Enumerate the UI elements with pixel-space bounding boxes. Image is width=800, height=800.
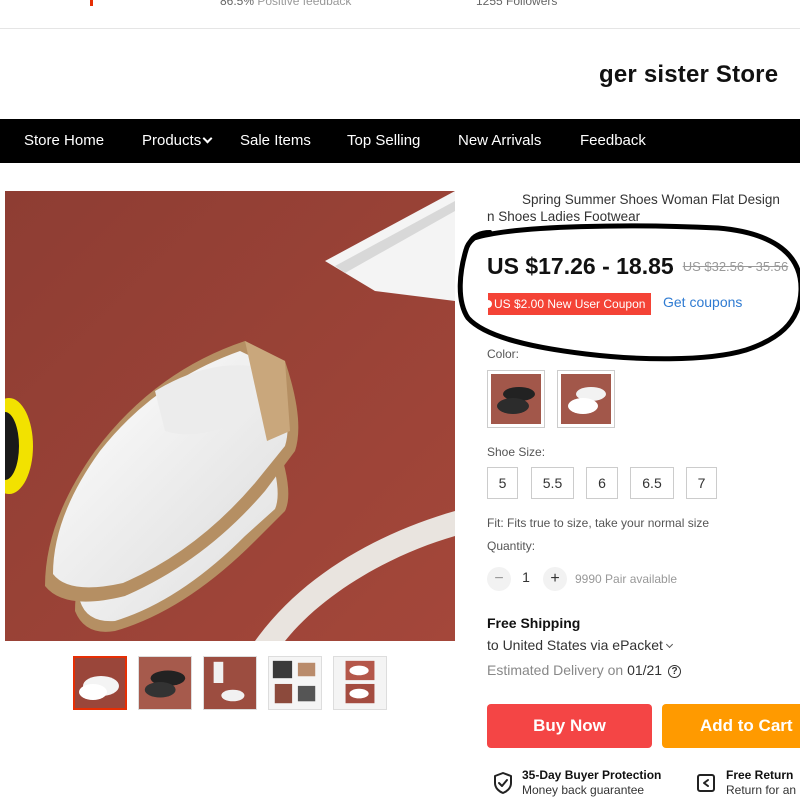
seller-stats-strip: 86.5% Positive feedback 1255 Followers (0, 0, 800, 29)
thumbnail-collage-image (269, 657, 321, 709)
size-option-5[interactable]: 5 (487, 467, 518, 499)
color-swatch-white[interactable] (557, 370, 615, 428)
color-label: Color: (487, 347, 520, 361)
white-slip-on-shoes-photo (5, 191, 455, 641)
shield-check-icon (494, 772, 512, 794)
black-shoe-swatch-image (491, 374, 541, 424)
shipping-destination-dropdown[interactable]: to United States via ePacket (487, 637, 673, 653)
thumbnail-shoe-pair-image (204, 657, 256, 709)
size-option-6-5[interactable]: 6.5 (630, 467, 674, 499)
nav-top-selling[interactable]: Top Selling (347, 119, 420, 163)
nav-new-arrivals[interactable]: New Arrivals (458, 119, 541, 163)
store-name[interactable]: ger sister Store (599, 61, 778, 89)
add-to-cart-button[interactable]: Add to Cart (662, 704, 800, 748)
quantity-value[interactable]: 1 (514, 569, 538, 585)
buy-now-button[interactable]: Buy Now (487, 704, 652, 748)
quantity-label: Quantity: (487, 539, 536, 553)
thumbnail-detail-image (334, 657, 386, 709)
chevron-down-icon (665, 640, 673, 649)
delivery-date: 01/21 (627, 662, 663, 678)
thumbnail-4[interactable] (268, 656, 322, 710)
return-box-icon (697, 774, 715, 792)
fit-note: Fit: Fits true to size, take your normal… (487, 516, 710, 530)
buyer-protection-title: 35-Day Buyer Protection (522, 768, 662, 782)
color-swatch-black[interactable] (487, 370, 545, 428)
nav-products-label: Products (142, 132, 202, 149)
estimated-delivery: Estimated Delivery on 01/21? (487, 662, 682, 679)
thumbnail-2[interactable] (138, 656, 192, 710)
size-option-6[interactable]: 6 (586, 467, 618, 499)
chevron-down-icon (202, 133, 213, 144)
free-return-title: Free Return (726, 768, 794, 782)
shoe-size-label: Shoe Size: (487, 445, 546, 459)
quantity-increase-button[interactable]: + (543, 567, 567, 591)
thumbnail-black-shoes-image (139, 657, 191, 709)
thumbnail-5[interactable] (333, 656, 387, 710)
nav-store-home[interactable]: Store Home (24, 119, 104, 163)
product-title-line2: n Shoes Ladies Footwear (487, 209, 641, 224)
nav-sale-items[interactable]: Sale Items (240, 119, 311, 163)
new-user-coupon-badge[interactable]: US $2.00 New User Coupon (483, 293, 652, 315)
shipping-destination-text: to United States via ePacket (487, 637, 663, 653)
feedback-percent: 86.5% (220, 0, 255, 8)
current-price: US $17.26 - 18.85 (487, 253, 674, 279)
free-shipping-title: Free Shipping (487, 615, 581, 631)
main-product-image[interactable] (5, 191, 455, 641)
size-option-7[interactable]: 7 (686, 467, 717, 499)
size-option-5-5[interactable]: 5.5 (531, 467, 574, 499)
get-coupons-link[interactable]: Get coupons (663, 294, 742, 310)
stock-available: 9990 Pair available (575, 572, 678, 586)
quantity-decrease-button[interactable]: − (487, 567, 511, 591)
delivery-label: Estimated Delivery on (487, 662, 624, 678)
price-row: US $17.26 - 18.85 US $32.56 - 35.56 (487, 253, 788, 280)
product-title: Spring Summer Shoes Woman Flat Design n … (487, 191, 800, 225)
help-icon[interactable]: ? (668, 665, 682, 678)
brand-mark (90, 0, 93, 6)
feedback-label: Positive feedback (257, 0, 352, 8)
free-return-subtitle: Return for an (726, 783, 797, 797)
nav-feedback[interactable]: Feedback (580, 119, 646, 163)
positive-feedback: 86.5% Positive feedback (220, 0, 351, 8)
product-title-line1: Spring Summer Shoes Woman Flat Design (522, 192, 780, 207)
nav-products[interactable]: Products (142, 119, 213, 163)
store-nav-bar: Store Home Products Sale Items Top Selli… (0, 119, 800, 163)
buyer-protection-subtitle: Money back guarantee (522, 783, 645, 797)
original-price: US $32.56 - 35.56 (682, 259, 789, 274)
followers-count: 1255 Followers (476, 0, 558, 8)
thumbnail-1[interactable] (73, 656, 127, 710)
thumbnail-3[interactable] (203, 656, 257, 710)
thumbnail-white-shoes-image (75, 658, 125, 708)
white-shoe-swatch-image (561, 374, 611, 424)
